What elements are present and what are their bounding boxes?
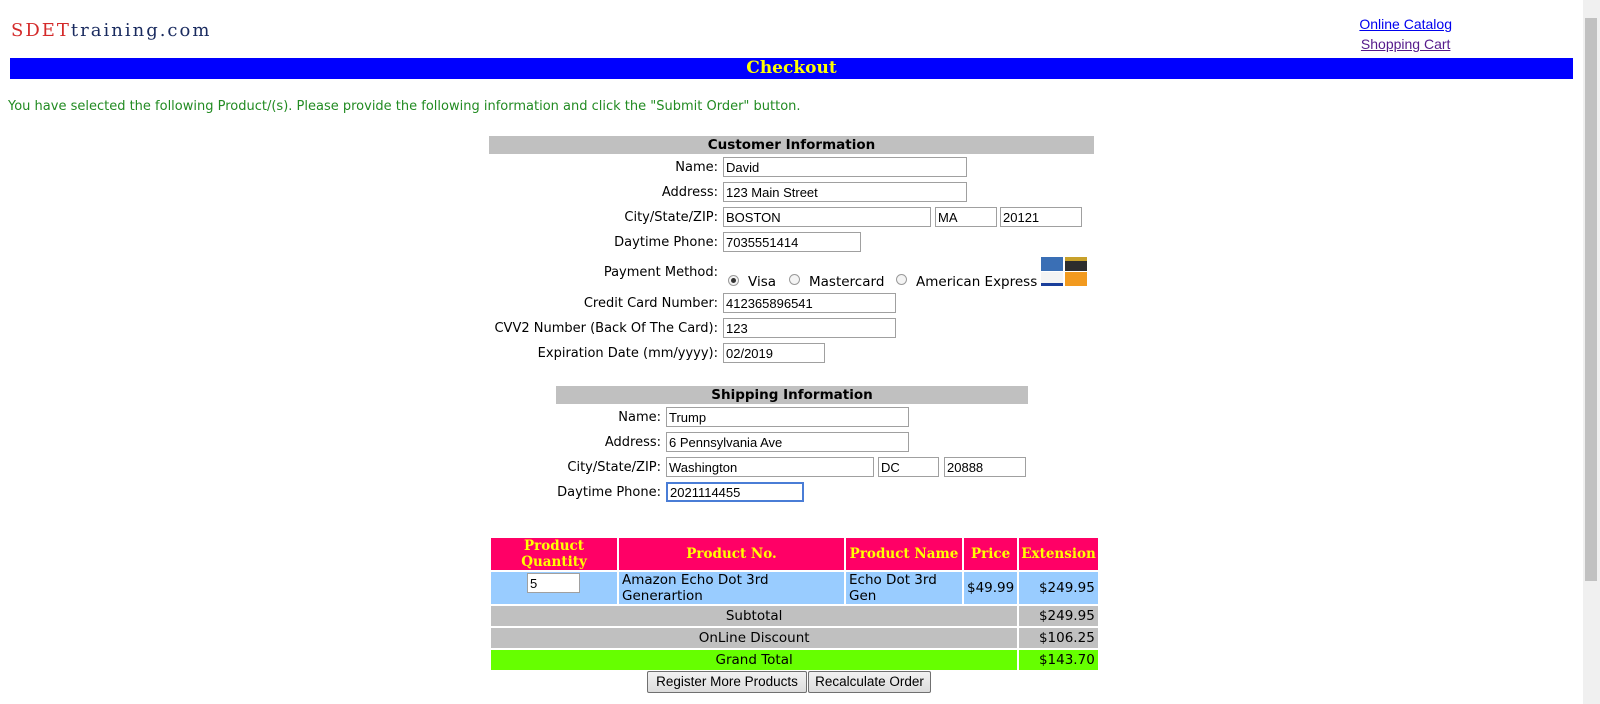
col-product-name: Product Name [846, 538, 962, 570]
customer-address-label: Address: [661, 185, 718, 200]
online-catalog-link[interactable]: Online Catalog [1359, 14, 1452, 34]
customer-phone-input[interactable] [723, 232, 861, 252]
customer-info-header: Customer Information [489, 136, 1094, 154]
payment-method-label: Payment Method: [603, 265, 718, 280]
shipping-address-input[interactable] [666, 432, 909, 452]
mastercard-radio[interactable] [789, 274, 800, 285]
subtotal-label: Subtotal [491, 606, 1018, 626]
visa-radio[interactable] [728, 275, 739, 286]
customer-zip-input[interactable] [1000, 207, 1082, 227]
subtotal-value: $249.95 [1019, 606, 1098, 626]
shipping-address-label: Address: [604, 435, 661, 450]
recalculate-order-button[interactable]: Recalculate Order [808, 671, 931, 693]
vertical-scrollbar[interactable] [1583, 0, 1600, 704]
page-title-banner: Checkout [10, 58, 1573, 79]
grand-total-value: $143.70 [1019, 650, 1098, 670]
grand-total-label: Grand Total [491, 650, 1018, 670]
shipping-state-input[interactable] [878, 457, 939, 477]
customer-phone-label: Daytime Phone: [614, 235, 718, 250]
top-nav: Online Catalog Shopping Cart [1359, 14, 1452, 54]
credit-cards-icon [1041, 257, 1089, 287]
grand-total-row: Grand Total $143.70 [491, 650, 1098, 670]
discount-value: $106.25 [1019, 628, 1098, 648]
col-quantity: Product Quantity [491, 538, 617, 570]
discount-row: OnLine Discount $106.25 [491, 628, 1098, 648]
order-header-row: Product Quantity Product No. Product Nam… [491, 538, 1098, 570]
site-logo: SDETtraining.com [11, 20, 211, 41]
cc-number-input[interactable] [723, 293, 896, 313]
subtotal-row: Subtotal $249.95 [491, 606, 1098, 626]
product-no-cell: Amazon Echo Dot 3rd Generartion [619, 572, 844, 604]
customer-name-input[interactable] [723, 157, 967, 177]
shipping-name-label: Name: [618, 410, 661, 425]
shipping-csz-label: City/State/ZIP: [567, 460, 661, 475]
shipping-phone-input[interactable] [666, 482, 804, 502]
register-more-products-button[interactable]: Register More Products [647, 671, 807, 693]
quantity-input[interactable] [527, 573, 580, 593]
quantity-cell [491, 572, 617, 604]
col-product-no: Product No. [619, 538, 844, 570]
cvv-input[interactable] [723, 318, 896, 338]
customer-name-label: Name: [675, 160, 718, 175]
shopping-cart-link[interactable]: Shopping Cart [1359, 34, 1452, 54]
customer-state-input[interactable] [935, 207, 997, 227]
amex-radio[interactable] [896, 274, 907, 285]
shipping-zip-input[interactable] [944, 457, 1026, 477]
intro-text: You have selected the following Product/… [8, 99, 801, 114]
scrollbar-thumb[interactable] [1585, 18, 1597, 581]
expiration-label: Expiration Date (mm/yyyy): [537, 346, 718, 361]
col-price: Price [964, 538, 1018, 570]
shipping-city-input[interactable] [666, 457, 874, 477]
shipping-info-header: Shipping Information [556, 386, 1028, 404]
amex-label: American Express [916, 274, 1038, 290]
extension-cell: $249.95 [1019, 572, 1098, 604]
customer-csz-label: City/State/ZIP: [624, 210, 718, 225]
shipping-name-input[interactable] [666, 407, 909, 427]
logo-sdet: SDET [11, 20, 71, 41]
visa-label: Visa [748, 274, 776, 290]
discount-label: OnLine Discount [491, 628, 1018, 648]
table-row: Amazon Echo Dot 3rd Generartion Echo Dot… [491, 572, 1098, 604]
customer-city-input[interactable] [723, 207, 931, 227]
col-extension: Extension [1019, 538, 1098, 570]
mastercard-label: Mastercard [809, 274, 885, 290]
price-cell: $49.99 [964, 572, 1018, 604]
product-name-cell: Echo Dot 3rd Gen [846, 572, 962, 604]
expiration-input[interactable] [723, 343, 825, 363]
cc-number-label: Credit Card Number: [583, 296, 718, 311]
shipping-phone-label: Daytime Phone: [557, 485, 661, 500]
logo-training: training.com [70, 20, 212, 41]
customer-address-input[interactable] [723, 182, 967, 202]
order-table: Product Quantity Product No. Product Nam… [489, 536, 1100, 672]
cvv-label: CVV2 Number (Back Of The Card): [494, 321, 718, 336]
